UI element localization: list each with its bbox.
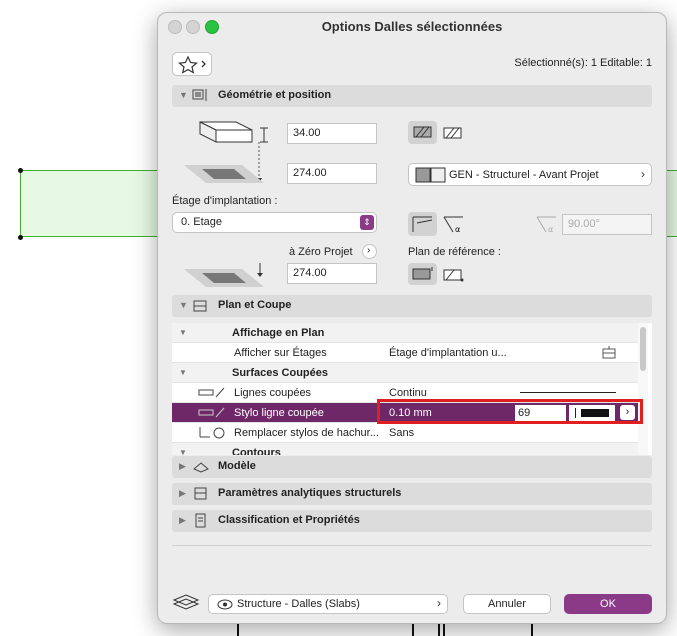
section-label: Plan et Coupe [218,299,292,311]
row-label: Afficher sur Étages [234,347,327,359]
collapsed-arrow-icon: ▶ [179,488,186,498]
section-classification[interactable]: ▶ Classification et Propriétés [172,510,652,532]
building-material-value: GEN - Structurel - Avant Projet [449,169,599,181]
reference-level-icon [184,263,264,287]
svg-text:α: α [548,225,553,234]
cancel-button[interactable]: Annuler [463,594,551,614]
layers-icon [172,594,200,610]
eye-icon [217,599,233,610]
thickness-input[interactable]: 34.00 [287,123,377,144]
zero-ref-label: à Zéro Projet [289,246,353,258]
tree-header-label: Surfaces Coupées [232,367,328,379]
tree-header-label: Contours [232,447,281,455]
tree-row[interactable]: Remplacer stylos de hachur... Sans [172,423,638,443]
section-label: Classification et Propriétés [218,514,360,526]
angle-input[interactable]: 90.00° [562,214,652,235]
zero-ref-input[interactable]: 274.00 [287,263,377,284]
collapsed-arrow-icon: ▶ [179,515,186,525]
favorites-button[interactable] [172,52,212,76]
row-value: Continu [389,387,427,399]
expand-arrow-icon: ▼ [179,300,188,310]
section-label: Paramètres analytiques structurels [218,487,402,499]
collapse-arrow-icon: ▼ [179,328,187,337]
chevron-right-icon: › [641,167,645,181]
hatch-fill-icon [413,126,432,138]
section-plan-coupe[interactable]: ▼ Plan et Coupe [172,295,652,317]
structural-icon [194,487,207,500]
divider [172,545,652,546]
plan-section-icon [193,300,207,312]
selection-handle[interactable] [18,168,23,173]
offset-input[interactable]: 274.00 [287,163,377,184]
slope-angle-icon[interactable]: α [441,214,467,236]
dialog-title: Options Dalles sélectionnées [321,19,503,34]
plan-section-tree: ▼ Affichage en Plan Afficher sur Étages … [172,323,652,455]
section-structural[interactable]: ▶ Paramètres analytiques structurels [172,483,652,505]
layer-value: Structure - Dalles (Slabs) [237,598,360,610]
tree-header-row[interactable]: ▼ Surfaces Coupées [172,363,638,383]
offset-plane-icon [184,165,264,183]
scrollbar-thumb[interactable] [640,327,646,371]
reference-top-toggle[interactable] [408,263,437,285]
building-material-select[interactable]: GEN - Structurel - Avant Projet › [408,163,652,186]
tree-header-row[interactable]: ▼ Affichage en Plan [172,323,638,343]
reference-top-icon [412,267,433,280]
classification-icon [195,513,206,528]
zero-ref-toggle-button[interactable]: › [362,244,377,259]
chevron-right-icon: › [367,245,371,256]
home-story-value: 0. Etage [181,216,222,228]
chevron-right-icon: › [437,596,441,610]
cut-pen-icon [198,407,225,418]
section-label: Modèle [218,460,256,472]
title-bar: Options Dalles sélectionnées [158,13,666,41]
angle-disabled-icon: α [536,216,556,234]
row-label: Stylo ligne coupée [234,407,324,419]
collapse-arrow-icon: ▼ [179,448,187,455]
highlight-box [377,399,643,424]
geometry-icon [192,89,207,101]
material-swatch-icon [415,167,446,183]
selected-slab-right[interactable] [666,170,677,237]
layer-select[interactable]: Structure - Dalles (Slabs) › [208,594,448,614]
tree-scrollbar[interactable] [638,323,648,455]
hatch-empty-icon[interactable] [441,123,465,143]
row-value: Étage d'implantation u... [389,347,507,359]
selection-info: Sélectionné(s): 1 Editable: 1 [514,57,652,69]
home-story-select[interactable]: 0. Etage ⇕ [172,212,377,233]
model-icon [193,462,209,473]
collapsed-arrow-icon: ▶ [179,461,186,471]
section-label: Géométrie et position [218,89,332,101]
selection-handle[interactable] [18,235,23,240]
selected-slab-left[interactable] [20,170,160,237]
section-model[interactable]: ▶ Modèle [172,456,652,478]
cut-line-icon [198,387,225,398]
expand-arrow-icon: ▼ [179,90,188,100]
row-label: Lignes coupées [234,387,312,399]
ok-button[interactable]: OK [564,594,652,614]
collapse-arrow-icon: ▼ [179,368,187,377]
slope-plain-toggle[interactable] [408,212,437,236]
tree-header-label: Affichage en Plan [232,327,325,339]
home-story-label: Étage d'implantation : [172,195,278,207]
reference-bottom-icon[interactable] [441,265,465,285]
row-label: Remplacer stylos de hachur... [234,427,379,439]
override-hatch-icon [199,427,225,439]
svg-text:α: α [455,225,460,234]
slab-settings-dialog: Options Dalles sélectionnées Sélectionné… [157,12,667,624]
star-icon [178,55,206,74]
cut-fill-toggle[interactable] [408,121,437,144]
dropdown-arrows-icon: ⇕ [360,215,374,230]
line-type-preview [520,392,616,393]
row-value: Sans [389,427,415,439]
section-geometry[interactable]: ▼ Géométrie et position [172,85,652,107]
stories-icon [602,346,616,359]
tree-row[interactable]: Afficher sur Étages Étage d'implantation… [172,343,638,363]
slab-edge-icon [412,216,433,232]
tree-header-row[interactable]: ▼ Contours [172,443,638,455]
reference-plane-label: Plan de référence : [408,246,501,258]
